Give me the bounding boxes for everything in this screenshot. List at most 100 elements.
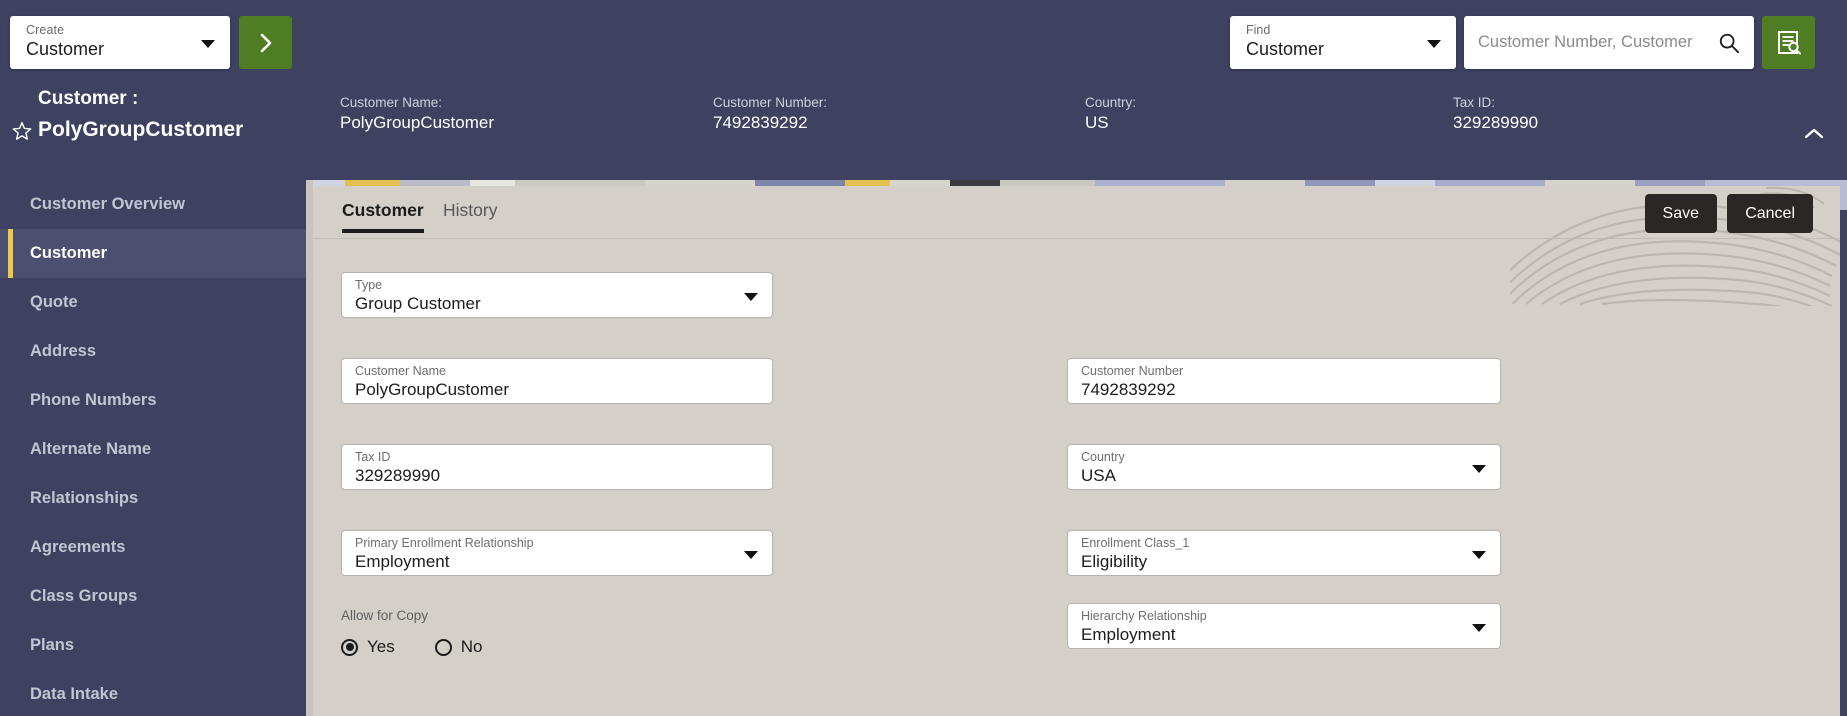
field-label: Enrollment Class_1 bbox=[1081, 536, 1190, 550]
save-button[interactable]: Save bbox=[1644, 194, 1717, 233]
tab-customer[interactable]: Customer bbox=[342, 200, 424, 233]
create-go-button[interactable] bbox=[239, 16, 292, 69]
chevron-up-icon[interactable] bbox=[1803, 127, 1825, 141]
sidebar-item-alternate-name[interactable]: Alternate Name bbox=[0, 425, 313, 474]
sidebar-item-customer[interactable]: Customer bbox=[0, 229, 313, 278]
sidebar-item-label: Agreements bbox=[30, 538, 126, 556]
sidebar-item-class-groups[interactable]: Class Groups bbox=[0, 572, 313, 621]
field-value: Employment bbox=[355, 552, 450, 571]
allow-for-copy-yes-radio[interactable]: Yes bbox=[341, 637, 395, 657]
chevron-down-icon[interactable] bbox=[1472, 624, 1486, 632]
field-value: Group Customer bbox=[355, 294, 481, 313]
field-value: 329289990 bbox=[355, 466, 441, 485]
primary-enrollment-relationship-dropdown[interactable]: Primary Enrollment Relationship Employme… bbox=[341, 530, 773, 576]
field-value: PolyGroupCustomer bbox=[355, 380, 510, 399]
sidebar-item-plans[interactable]: Plans bbox=[0, 621, 313, 670]
summary-field-country: Country: US bbox=[1085, 93, 1136, 134]
summary-field-tax-id: Tax ID: 329289990 bbox=[1453, 93, 1538, 134]
radio-unselected-icon bbox=[434, 638, 452, 656]
country-dropdown[interactable]: Country USA bbox=[1067, 444, 1501, 490]
record-title-prefix: Customer : bbox=[38, 88, 139, 109]
chevron-right-icon bbox=[260, 33, 271, 52]
summary-label: Tax ID: bbox=[1453, 95, 1496, 110]
sidebar-item-label: Customer bbox=[30, 244, 108, 262]
summary-value: 7492839292 bbox=[713, 113, 808, 132]
type-dropdown[interactable]: Type Group Customer bbox=[341, 272, 773, 318]
field-value: Eligibility bbox=[1081, 552, 1148, 571]
summary-value: 329289990 bbox=[1453, 113, 1539, 132]
field-label: Tax ID bbox=[355, 450, 391, 464]
radio-label: Yes bbox=[367, 637, 395, 656]
application-window: Create Customer Find Customer Customer N… bbox=[0, 0, 1847, 716]
sidebar-item-label: Data Intake bbox=[30, 685, 119, 703]
sidebar-item-customer-overview[interactable]: Customer Overview bbox=[0, 180, 313, 229]
chevron-down-icon[interactable] bbox=[1472, 465, 1486, 473]
content-panel: Customer History Save Cancel Type Group … bbox=[313, 186, 1840, 716]
create-dropdown[interactable]: Create Customer bbox=[10, 16, 230, 69]
summary-label: Customer Name: bbox=[340, 95, 443, 110]
tab-history[interactable]: History bbox=[443, 200, 497, 233]
sidebar-item-label: Plans bbox=[30, 636, 75, 654]
sidebar-item-label: Address bbox=[30, 342, 97, 360]
search-icon[interactable] bbox=[1718, 32, 1740, 54]
cancel-button[interactable]: Cancel bbox=[1727, 194, 1813, 233]
sidebar-item-data-intake[interactable]: Data Intake bbox=[0, 670, 313, 716]
sidebar-item-agreements[interactable]: Agreements bbox=[0, 523, 313, 572]
sidebar-item-label: Customer Overview bbox=[30, 195, 185, 213]
record-header: Customer : PolyGroupCustomer Customer Na… bbox=[0, 85, 1847, 180]
sidebar-item-address[interactable]: Address bbox=[0, 327, 313, 376]
summary-label: Country: bbox=[1085, 95, 1137, 110]
field-value: USA bbox=[1081, 466, 1116, 485]
advanced-search-button[interactable] bbox=[1762, 16, 1815, 69]
sidebar-item-label: Quote bbox=[30, 293, 78, 311]
summary-value: PolyGroupCustomer bbox=[340, 113, 495, 132]
tab-label: Customer bbox=[342, 200, 424, 220]
sidebar-item-label: Relationships bbox=[30, 489, 139, 507]
top-navigation-bar: Create Customer Find Customer bbox=[0, 0, 1847, 85]
sidebar-item-label: Alternate Name bbox=[30, 440, 152, 458]
sidebar-item-quote[interactable]: Quote bbox=[0, 278, 313, 327]
chevron-down-icon[interactable] bbox=[744, 293, 758, 301]
chevron-down-icon[interactable] bbox=[1472, 551, 1486, 559]
field-value: Employment bbox=[1081, 625, 1176, 644]
summary-label: Customer Number: bbox=[713, 95, 828, 110]
field-label: Country bbox=[1081, 450, 1125, 464]
sidebar-navigation: Customer Overview Customer Quote Address… bbox=[0, 180, 313, 716]
page-title: PolyGroupCustomer bbox=[38, 118, 244, 141]
find-dropdown[interactable]: Find Customer bbox=[1230, 16, 1456, 69]
find-dropdown-label: Find bbox=[1246, 23, 1271, 37]
sidebar-scrollbar[interactable] bbox=[306, 180, 313, 716]
sidebar-item-label: Phone Numbers bbox=[30, 391, 157, 409]
radio-selected-icon bbox=[341, 638, 358, 656]
sidebar-item-phone-numbers[interactable]: Phone Numbers bbox=[0, 376, 313, 425]
create-dropdown-label: Create bbox=[26, 23, 65, 37]
star-outline-icon[interactable] bbox=[12, 121, 32, 141]
sidebar-item-label: Class Groups bbox=[30, 587, 138, 605]
find-dropdown-value: Customer bbox=[1246, 39, 1325, 59]
search-input[interactable] bbox=[1478, 16, 1693, 69]
summary-field-customer-number: Customer Number: 7492839292 bbox=[713, 93, 827, 134]
tax-id-field[interactable]: Tax ID 329289990 bbox=[341, 444, 773, 490]
field-label: Customer Number bbox=[1081, 364, 1184, 378]
hierarchy-relationship-dropdown[interactable]: Hierarchy Relationship Employment bbox=[1067, 603, 1501, 649]
field-label: Hierarchy Relationship bbox=[1081, 609, 1207, 623]
sidebar-item-relationships[interactable]: Relationships bbox=[0, 474, 313, 523]
allow-for-copy-no-radio[interactable]: No bbox=[434, 637, 482, 657]
chevron-down-icon[interactable] bbox=[744, 551, 758, 559]
summary-field-customer-name: Customer Name: PolyGroupCustomer bbox=[340, 93, 494, 134]
customer-form: Type Group Customer Customer Name PolyGr… bbox=[313, 238, 1840, 716]
customer-name-field[interactable]: Customer Name PolyGroupCustomer bbox=[341, 358, 773, 404]
chevron-down-icon[interactable] bbox=[201, 39, 215, 48]
field-label: Customer Name bbox=[355, 364, 446, 378]
list-search-icon bbox=[1777, 30, 1801, 55]
customer-number-field[interactable]: Customer Number 7492839292 bbox=[1067, 358, 1501, 404]
field-label: Type bbox=[355, 278, 383, 292]
chevron-down-icon[interactable] bbox=[1427, 39, 1441, 48]
create-dropdown-value: Customer bbox=[26, 39, 105, 59]
allow-for-copy-group: Allow for Copy Yes No bbox=[341, 608, 482, 657]
field-label: Primary Enrollment Relationship bbox=[355, 536, 534, 550]
tab-bar: Customer History Save Cancel bbox=[313, 186, 1840, 238]
summary-value: US bbox=[1085, 113, 1109, 132]
allow-for-copy-label: Allow for Copy bbox=[341, 608, 429, 623]
enrollment-class-1-dropdown[interactable]: Enrollment Class_1 Eligibility bbox=[1067, 530, 1501, 576]
